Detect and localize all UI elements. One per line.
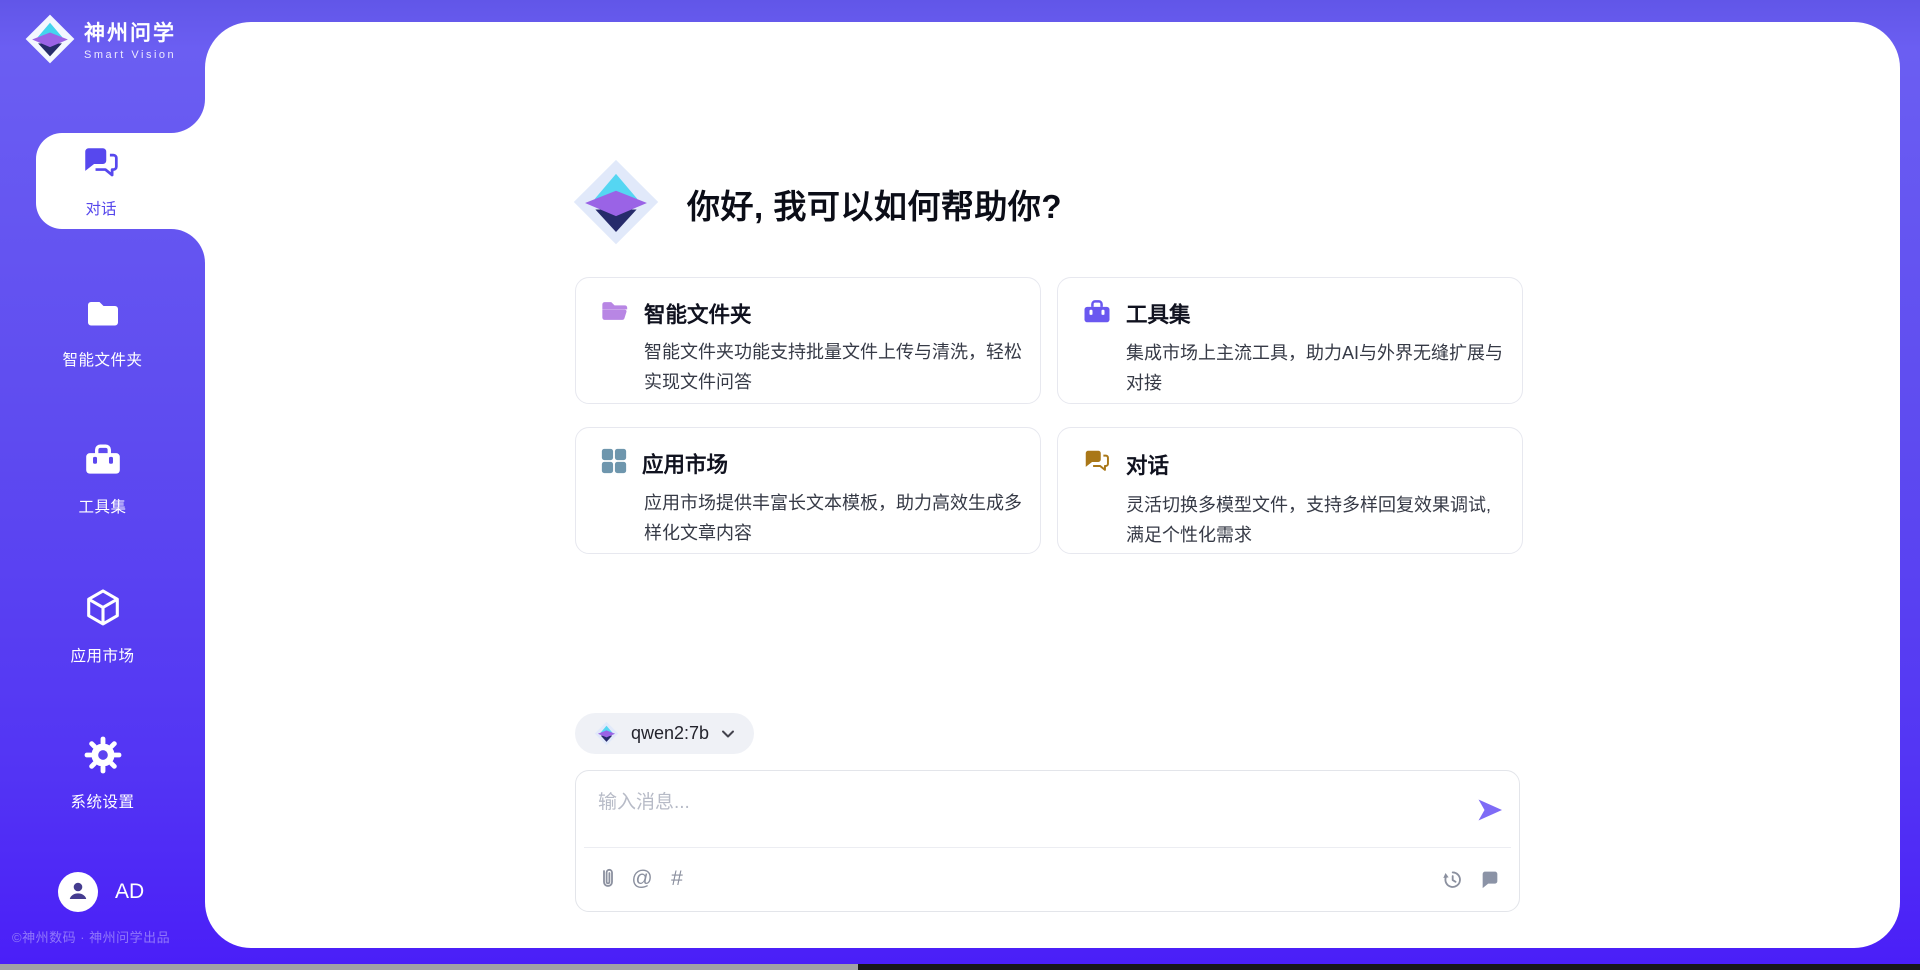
card-title: 智能文件夹	[644, 298, 752, 329]
card-toolbox[interactable]: 工具集 集成市场上主流工具，助力AI与外界无缝扩展与对接	[1057, 277, 1523, 404]
person-icon	[67, 879, 89, 906]
sidebar-item-label: 系统设置	[70, 790, 134, 812]
brand-name: 神州问学	[84, 22, 176, 46]
history-icon[interactable]	[1439, 866, 1465, 892]
cube-icon	[81, 586, 125, 635]
card-description: 灵活切换多模型文件，支持多样回复效果调试,满足个性化需求	[1126, 490, 1508, 550]
main-panel: 你好, 我可以如何帮助你? 智能文件夹 智能文件夹功能支持批量文件	[205, 22, 1900, 948]
chat-bubbles-icon	[80, 143, 122, 190]
sidebar-item-chat[interactable]: 对话	[36, 133, 205, 229]
sidebar-item-app-market[interactable]: 应用市场	[0, 586, 205, 666]
sidebar: 神州问学 Smart Vision 对话	[0, 0, 205, 970]
folder-icon	[83, 294, 123, 339]
user-name: AD	[115, 880, 144, 904]
at-icon[interactable]: @	[629, 866, 655, 892]
card-description: 集成市场上主流工具，助力AI与外界无缝扩展与对接	[1126, 338, 1508, 398]
card-title: 对话	[1126, 449, 1169, 480]
user-account[interactable]: AD	[58, 872, 144, 912]
sidebar-item-toolbox[interactable]: 工具集	[0, 439, 205, 517]
paperclip-icon[interactable]	[594, 866, 620, 892]
brand-logo: 神州问学 Smart Vision	[24, 13, 176, 70]
tab-fillet-bottom	[171, 229, 205, 263]
model-name: qwen2:7b	[631, 723, 709, 744]
chat-bubbles-icon	[1082, 447, 1112, 482]
greeting-title: 你好, 我可以如何帮助你?	[687, 180, 1062, 228]
chevron-down-icon	[721, 729, 735, 739]
card-title: 工具集	[1126, 298, 1191, 329]
send-icon[interactable]	[1475, 795, 1505, 825]
card-description: 智能文件夹功能支持批量文件上传与清洗，轻松实现文件问答	[644, 337, 1026, 397]
card-app-market[interactable]: 应用市场 应用市场提供丰富长文本模板，助力高效生成多样化文章内容	[575, 427, 1041, 554]
horizontal-scrollbar[interactable]	[0, 964, 1920, 970]
message-composer: @ #	[575, 770, 1520, 912]
avatar	[58, 872, 98, 912]
sidebar-item-smart-folder[interactable]: 智能文件夹	[0, 294, 205, 370]
tab-fillet-top	[171, 99, 205, 133]
feature-cards: 智能文件夹 智能文件夹功能支持批量文件上传与清洗，轻松实现文件问答 工具集	[575, 277, 1523, 554]
scrollbar-thumb[interactable]	[0, 964, 858, 970]
card-title: 应用市场	[642, 448, 728, 479]
card-chat[interactable]: 对话 灵活切换多模型文件，支持多样回复效果调试,满足个性化需求	[1057, 427, 1523, 554]
hash-icon[interactable]: #	[664, 866, 690, 892]
composer-toolbar: @ #	[594, 855, 1503, 903]
sidebar-item-settings[interactable]: 系统设置	[0, 734, 205, 812]
card-smart-folder[interactable]: 智能文件夹 智能文件夹功能支持批量文件上传与清洗，轻松实现文件问答	[575, 277, 1041, 404]
brand-diamond-icon	[594, 721, 619, 746]
brand-diamond-icon	[571, 157, 661, 252]
copyright-footer: ©神州数码 · 神州问学出品	[12, 927, 170, 946]
sidebar-item-label: 工具集	[78, 495, 126, 517]
card-description: 应用市场提供丰富长文本模板，助力高效生成多样化文章内容	[644, 488, 1026, 548]
gear-icon	[82, 734, 124, 781]
sidebar-item-label: 对话	[85, 197, 116, 219]
chat-filled-icon[interactable]	[1477, 866, 1503, 892]
grid-icon	[600, 447, 628, 480]
brand-diamond-icon	[24, 13, 76, 70]
brand-subtitle: Smart Vision	[84, 49, 176, 61]
toolbox-icon	[1082, 297, 1112, 330]
composer-divider	[584, 847, 1511, 848]
toolbox-icon	[82, 439, 124, 486]
greeting-block: 你好, 我可以如何帮助你?	[571, 156, 1062, 252]
sidebar-item-label: 智能文件夹	[62, 348, 142, 370]
message-input[interactable]	[596, 785, 1460, 844]
folder-open-icon	[600, 297, 630, 329]
app-window: 神州问学 Smart Vision 对话	[0, 0, 1920, 970]
sidebar-item-label: 应用市场	[70, 644, 134, 666]
model-selector[interactable]: qwen2:7b	[575, 713, 754, 754]
